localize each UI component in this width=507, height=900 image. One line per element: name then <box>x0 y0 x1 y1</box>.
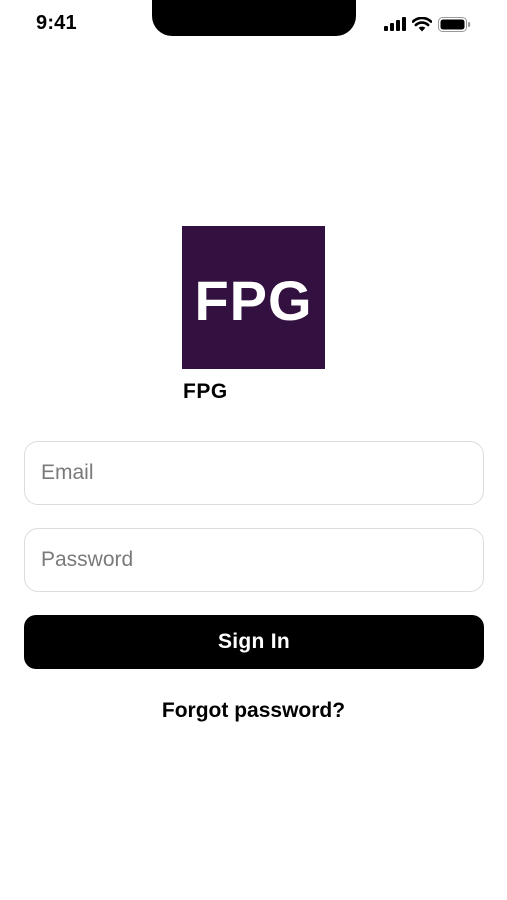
email-field[interactable] <box>24 441 484 505</box>
cellular-signal-icon <box>384 17 406 31</box>
app-name: FPG <box>183 380 228 403</box>
wifi-icon <box>412 16 432 32</box>
sign-in-button[interactable]: Sign In <box>24 615 484 669</box>
device-notch <box>152 0 356 36</box>
app-logo: FPG <box>182 226 325 369</box>
battery-icon <box>438 16 471 32</box>
status-time: 9:41 <box>36 12 77 34</box>
login-screen: 9:41 FPG FPG Email Sign In Forgot passwo… <box>0 0 507 900</box>
logo-text: FPG <box>194 269 312 332</box>
password-field[interactable] <box>24 528 484 592</box>
status-icons <box>384 15 471 33</box>
forgot-password-link[interactable]: Forgot password? <box>0 698 507 724</box>
fpg-logo-mark: FPG <box>182 226 325 369</box>
